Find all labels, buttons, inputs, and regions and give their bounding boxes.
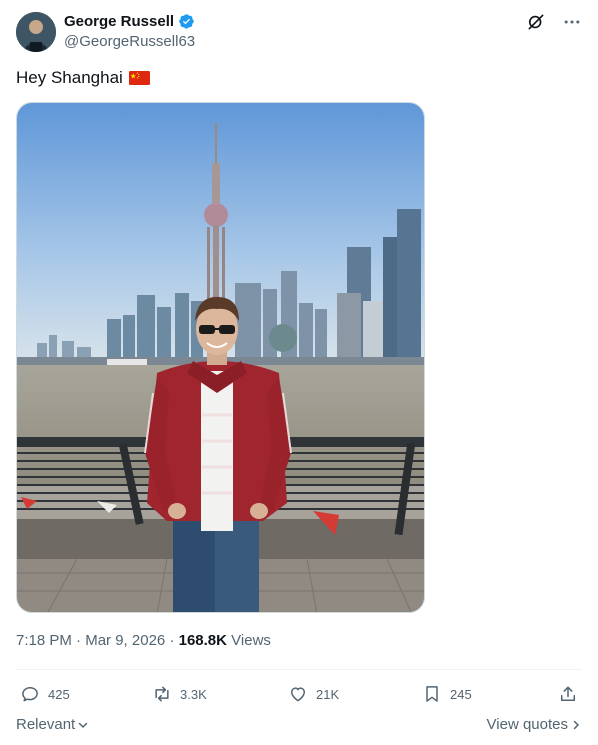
bookmark-icon xyxy=(426,686,438,702)
bookmark-button[interactable]: 245 xyxy=(422,679,472,709)
repost-count: 3.3K xyxy=(180,686,207,702)
sort-label: Relevant xyxy=(16,716,76,733)
repost-icon xyxy=(155,686,169,702)
author-name[interactable]: George Russell xyxy=(64,13,174,30)
reply-icon xyxy=(22,687,38,702)
views-count: 168.8K xyxy=(178,632,227,649)
reply-button[interactable]: 425 xyxy=(20,679,70,709)
tweet-text-content: Hey Shanghai xyxy=(16,68,123,87)
reply-count: 425 xyxy=(48,686,70,702)
meta-separator: · xyxy=(76,632,82,649)
photo-shanghai-skyline xyxy=(17,103,424,612)
bookmark-count: 245 xyxy=(450,686,472,702)
like-count: 21K xyxy=(316,686,340,702)
tweet-date[interactable]: Mar 9, 2026 xyxy=(85,632,165,649)
chevron-right-icon xyxy=(573,720,580,729)
tweet-photo[interactable] xyxy=(16,102,425,613)
view-quotes-link[interactable]: View quotes xyxy=(487,716,582,733)
views-label: Views xyxy=(231,632,271,649)
repost-button[interactable]: 3.3K xyxy=(152,679,207,709)
divider xyxy=(16,669,582,670)
like-button[interactable]: 21K xyxy=(288,679,339,709)
tweet-text: Hey Shanghai xyxy=(16,68,150,88)
grok-icon[interactable] xyxy=(526,12,546,32)
author-name-row[interactable]: George Russell xyxy=(64,13,195,30)
chevron-down-icon xyxy=(78,722,88,728)
meta-separator: · xyxy=(169,632,175,649)
china-flag-icon xyxy=(128,71,150,85)
action-bar: 425 3.3K 21K 245 xyxy=(16,679,582,709)
tweet-meta: 7:18 PM · Mar 9, 2026 · 168.8K Views xyxy=(16,632,271,649)
more-icon[interactable] xyxy=(562,12,582,32)
share-button[interactable] xyxy=(558,679,578,709)
sort-dropdown[interactable]: Relevant xyxy=(16,716,89,733)
heart-icon xyxy=(291,687,305,702)
share-icon xyxy=(561,686,575,701)
tweet-time[interactable]: 7:18 PM xyxy=(16,632,72,649)
view-quotes-label: View quotes xyxy=(486,716,568,733)
verified-badge-icon xyxy=(179,14,194,29)
avatar[interactable] xyxy=(16,12,56,52)
reply-sort-row: Relevant View quotes xyxy=(16,716,582,736)
author-handle[interactable]: @GeorgeRussell63 xyxy=(64,33,195,50)
avatar-image xyxy=(16,12,56,52)
